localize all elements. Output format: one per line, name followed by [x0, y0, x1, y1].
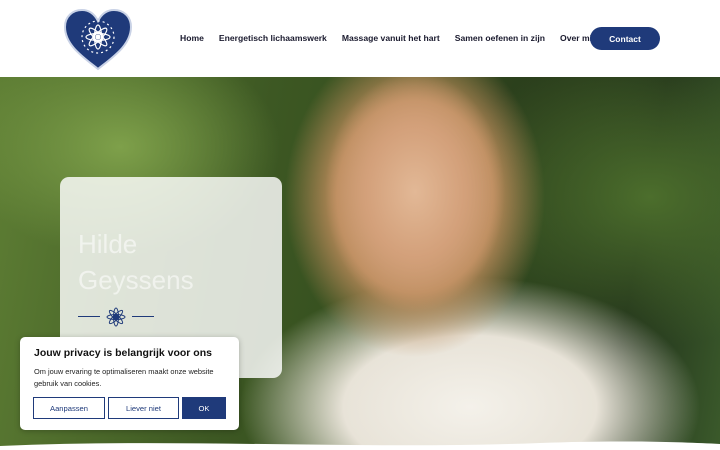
customize-button[interactable]: Aanpassen — [33, 397, 105, 419]
hero-name-first: Hilde — [78, 229, 138, 259]
site-header: Home Energetisch lichaamswerk Massage va… — [0, 0, 720, 77]
hero-name: Hilde Geyssens — [78, 226, 194, 298]
privacy-title: Jouw privacy is belangrijk voor ons — [34, 347, 212, 359]
hero-name-last: Geyssens — [78, 265, 194, 295]
divider-line-left — [78, 316, 100, 317]
nav-home[interactable]: Home — [180, 33, 204, 43]
contact-button[interactable]: Contact — [590, 27, 660, 50]
divider-line-right — [132, 316, 154, 317]
nav-samen-oefenen[interactable]: Samen oefenen in zijn — [455, 33, 545, 43]
nav-energetisch-lichaamswerk[interactable]: Energetisch lichaamswerk — [219, 33, 327, 43]
privacy-text: Om jouw ervaring te optimaliseren maakt … — [34, 367, 214, 388]
hero-bottom-wave — [0, 441, 720, 450]
reject-button[interactable]: Liever niet — [108, 397, 179, 419]
flower-icon — [106, 307, 126, 327]
main-nav: Home Energetisch lichaamswerk Massage va… — [180, 33, 594, 43]
nav-massage[interactable]: Massage vanuit het hart — [342, 33, 440, 43]
cookie-consent-banner: Jouw privacy is belangrijk voor ons Om j… — [20, 337, 239, 430]
heart-mandala-logo[interactable] — [61, 7, 135, 71]
ok-button[interactable]: OK — [182, 397, 226, 419]
